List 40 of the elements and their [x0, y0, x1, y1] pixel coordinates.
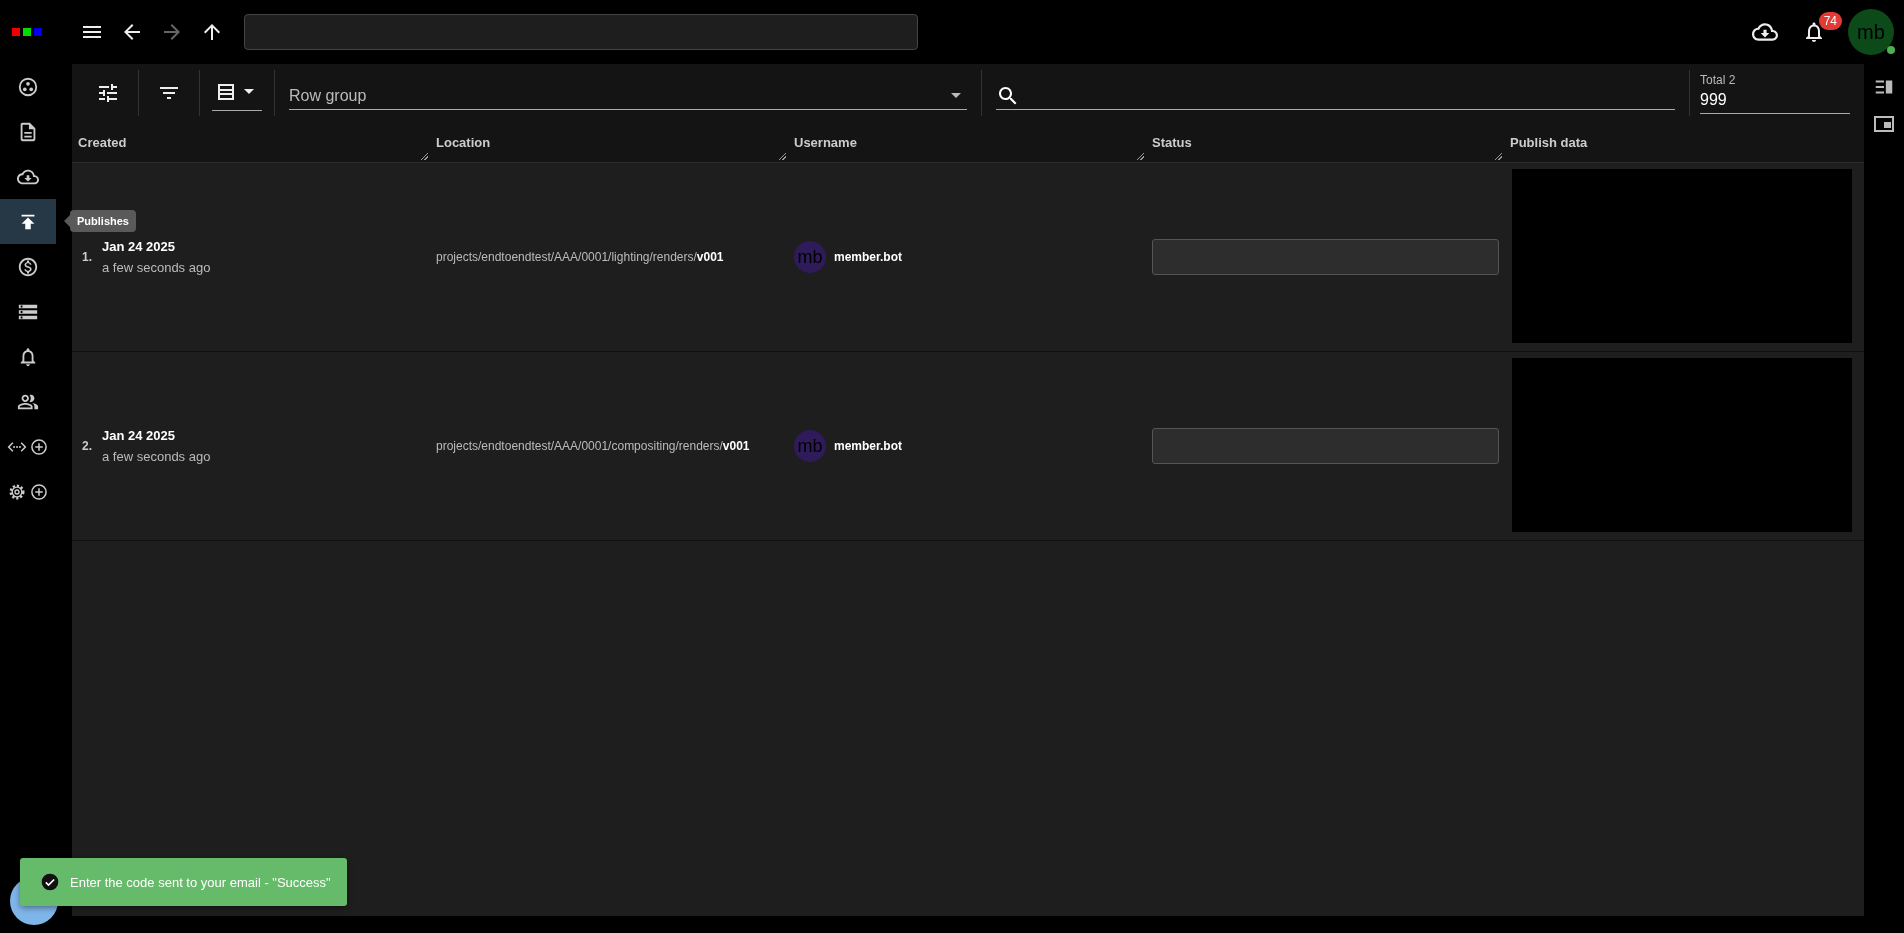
user-avatar: mb: [794, 241, 826, 273]
column-header[interactable]: Username: [794, 134, 857, 150]
resize-handle[interactable]: [1137, 153, 1144, 160]
column-header[interactable]: Location: [436, 134, 491, 150]
sliders-icon: [96, 81, 120, 105]
nav-button[interactable]: [0, 199, 56, 244]
dashboard-icon: [17, 75, 39, 98]
column-header[interactable]: Publish data: [1510, 134, 1588, 150]
notification-badge: 74: [1818, 12, 1842, 30]
caret-icon: [951, 93, 961, 98]
row-number: 1.: [82, 250, 92, 264]
location-path: projects/endtoendtest/AAA/0001/compositing/renders/v001: [436, 439, 750, 453]
status-field[interactable]: [1152, 428, 1499, 464]
created-date: Jan 24 2025: [102, 239, 177, 254]
plus-circle-icon: [29, 481, 49, 502]
column-header[interactable]: Status: [1152, 134, 1192, 150]
resize-handle[interactable]: [421, 153, 428, 160]
plus-circle-icon: [29, 436, 49, 457]
tooltip-label: Publishes: [70, 210, 136, 232]
dollar-icon: [17, 255, 39, 278]
relative-time: a few seconds ago: [102, 260, 211, 275]
relative-time: a few seconds ago: [102, 449, 211, 464]
username: member.bot: [834, 439, 902, 453]
status-field[interactable]: [1152, 239, 1499, 275]
check-circle-icon: [40, 872, 60, 892]
location-path: projects/endtoendtest/AAA/0001/lighting/renders/v001: [436, 250, 724, 264]
resize-handle[interactable]: [1495, 153, 1502, 160]
username: member.bot: [834, 250, 902, 264]
column-header[interactable]: Created: [78, 134, 127, 150]
address-field[interactable]: [244, 14, 918, 50]
user-avatar: mb: [794, 430, 826, 462]
resize-handle[interactable]: [779, 153, 786, 160]
row-number: 2.: [82, 439, 92, 453]
caret-icon: [244, 89, 254, 94]
created-date: Jan 24 2025: [102, 428, 177, 443]
logo-icon: [12, 28, 42, 36]
page-size-field[interactable]: Total 2 999: [1700, 72, 1850, 114]
row-group-select[interactable]: Row group: [289, 76, 967, 110]
toast-message: Enter the code sent to your email - "Success": [70, 874, 331, 890]
placeholder-text: Row group: [289, 86, 367, 105]
